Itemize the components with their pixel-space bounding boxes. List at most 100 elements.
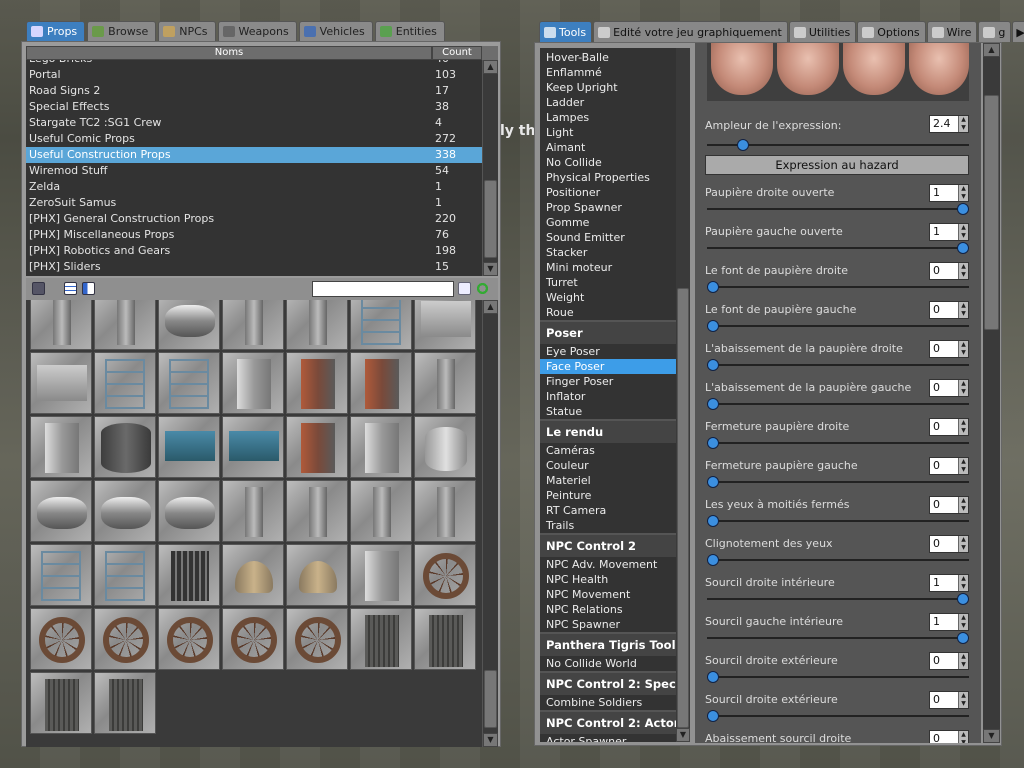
tabs-scroll-right-icon[interactable]: ▶ <box>1012 21 1024 42</box>
tool-category-header[interactable]: NPC Control 2: Actors <box>540 710 676 734</box>
slider-number[interactable]: 1 ▲ ▼ <box>929 574 969 592</box>
tool-item[interactable]: Enflammé <box>540 65 676 80</box>
spinner-icon[interactable]: ▲ ▼ <box>958 302 968 318</box>
face-thumbnail[interactable] <box>909 43 969 95</box>
tool-item[interactable]: Finger Poser <box>540 374 676 389</box>
prop-thumbnail[interactable] <box>30 480 92 542</box>
expression-slider[interactable] <box>707 139 969 151</box>
prop-thumbnail[interactable] <box>158 300 220 350</box>
flex-slider[interactable] <box>707 710 969 722</box>
list-item[interactable]: ZeroSuit Samus 1 <box>26 195 482 211</box>
prop-thumbnail[interactable] <box>30 352 92 414</box>
slider-number[interactable]: 0 ▲ ▼ <box>929 262 969 280</box>
spinner-icon[interactable]: ▲ ▼ <box>958 380 968 396</box>
prop-thumbnail[interactable] <box>350 608 412 670</box>
tool-item[interactable]: Ladder <box>540 95 676 110</box>
prop-thumbnail[interactable] <box>222 480 284 542</box>
tool-item[interactable]: NPC Movement <box>540 587 676 602</box>
tool-item[interactable]: No Collide World <box>540 656 676 671</box>
prop-thumbnail[interactable] <box>222 416 284 478</box>
spinner-icon[interactable]: ▲ ▼ <box>958 614 968 630</box>
list-item[interactable]: Lego Bricks40 <box>26 60 482 67</box>
spinner-icon[interactable]: ▲ ▼ <box>958 497 968 513</box>
slider-number[interactable]: 1 ▲ ▼ <box>929 613 969 631</box>
tool-item[interactable]: Physical Properties <box>540 170 676 185</box>
prop-thumbnail[interactable] <box>414 544 476 606</box>
flex-slider[interactable] <box>707 281 969 293</box>
prop-thumbnail[interactable] <box>286 480 348 542</box>
prop-thumbnail[interactable] <box>286 416 348 478</box>
list-scrollbar[interactable]: ▲ ▼ <box>482 60 498 276</box>
prop-thumbnail[interactable] <box>158 544 220 606</box>
prop-thumbnail[interactable] <box>414 608 476 670</box>
spinner-icon[interactable]: ▲ ▼ <box>958 731 968 743</box>
tab-entities[interactable]: Entities <box>374 21 445 41</box>
icon-view-icon[interactable] <box>64 282 77 295</box>
prop-thumbnail[interactable] <box>30 544 92 606</box>
slider-knob[interactable] <box>707 398 719 410</box>
tab-vehicles[interactable]: Vehicles <box>298 21 373 41</box>
prop-thumbnail[interactable] <box>350 352 412 414</box>
tool-item[interactable]: Couleur <box>540 458 676 473</box>
tab-paint[interactable]: Edité votre jeu graphiquement <box>593 21 788 42</box>
prop-thumbnail[interactable] <box>286 300 348 350</box>
settings-scrollbar[interactable]: ▲ ▼ <box>983 43 1000 743</box>
tool-item[interactable]: Actor Spawner <box>540 734 676 742</box>
tab-npcs[interactable]: NPCs <box>158 21 216 41</box>
tab-props[interactable]: Props <box>26 21 86 41</box>
search-input[interactable] <box>312 281 454 297</box>
tool-item[interactable]: No Collide <box>540 155 676 170</box>
tool-item[interactable]: Combine Soldiers <box>540 695 676 710</box>
tool-item[interactable]: Gomme <box>540 215 676 230</box>
flex-slider[interactable] <box>707 476 969 488</box>
prop-thumbnail[interactable] <box>94 544 156 606</box>
tool-list-scrollbar[interactable]: ▼ <box>676 48 690 742</box>
tab-wire[interactable]: Wire <box>926 21 978 42</box>
list-item[interactable]: Special Effects 38 <box>26 99 482 115</box>
prop-thumbnail[interactable] <box>30 608 92 670</box>
prop-thumbnail[interactable] <box>94 352 156 414</box>
prop-thumbnail[interactable] <box>414 300 476 350</box>
tool-item[interactable]: Caméras <box>540 443 676 458</box>
spinner-icon[interactable]: ▲ ▼ <box>958 185 968 201</box>
scroll-thumb[interactable] <box>484 670 497 728</box>
tool-item[interactable]: Roue <box>540 305 676 320</box>
scroll-up-icon[interactable]: ▲ <box>483 300 498 314</box>
scroll-up-icon[interactable]: ▲ <box>983 43 1000 57</box>
tab-weapons[interactable]: Weapons <box>217 21 297 41</box>
prop-thumbnail[interactable] <box>94 480 156 542</box>
spinner-icon[interactable]: ▲ ▼ <box>958 341 968 357</box>
slider-knob[interactable] <box>707 281 719 293</box>
slider-knob[interactable] <box>957 593 969 605</box>
tool-item[interactable]: Mini moteur <box>540 260 676 275</box>
flex-slider[interactable] <box>707 632 969 644</box>
flex-slider[interactable] <box>707 671 969 683</box>
prop-thumbnail[interactable] <box>158 352 220 414</box>
spinner-icon[interactable]: ▲ ▼ <box>958 692 968 708</box>
scroll-thumb[interactable] <box>484 180 497 258</box>
tool-category-header[interactable]: Poser <box>540 320 676 344</box>
count-column-header[interactable]: Count <box>432 46 482 60</box>
tool-item[interactable]: Stacker <box>540 245 676 260</box>
prop-thumbnail[interactable] <box>350 300 412 350</box>
tool-item[interactable]: Aimant <box>540 140 676 155</box>
slider-number[interactable]: 0 ▲ ▼ <box>929 652 969 670</box>
tool-item[interactable]: Weight <box>540 290 676 305</box>
slider-number[interactable]: 0 ▲ ▼ <box>929 340 969 358</box>
prop-thumbnail[interactable] <box>286 544 348 606</box>
slider-knob[interactable] <box>737 139 749 151</box>
prop-thumbnail[interactable] <box>158 608 220 670</box>
prop-thumbnail[interactable] <box>94 608 156 670</box>
spinner-icon[interactable]: ▲ ▼ <box>958 653 968 669</box>
tool-item[interactable]: Light <box>540 125 676 140</box>
list-item[interactable]: [PHX] Sliders 15 <box>26 259 482 275</box>
save-icon[interactable] <box>32 282 45 295</box>
slider-knob[interactable] <box>957 242 969 254</box>
slider-knob[interactable] <box>707 671 719 683</box>
slider-number[interactable]: 0 ▲ ▼ <box>929 457 969 475</box>
scroll-down-icon[interactable]: ▼ <box>676 728 690 742</box>
tool-category-header[interactable]: Le rendu <box>540 419 676 443</box>
slider-knob[interactable] <box>707 554 719 566</box>
prop-thumbnail[interactable] <box>158 416 220 478</box>
spinner-icon[interactable]: ▲ ▼ <box>958 263 968 279</box>
